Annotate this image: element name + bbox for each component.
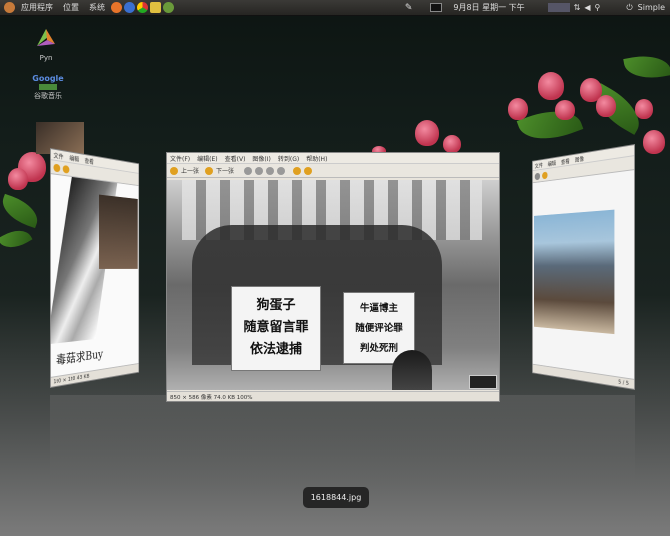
portrait bbox=[99, 194, 138, 269]
filename-tooltip: 1618844.jpg bbox=[303, 487, 369, 508]
volume-icon[interactable]: ◀ bbox=[584, 3, 590, 12]
next-button[interactable]: 下一张 bbox=[216, 166, 234, 175]
previous-button[interactable]: 上一张 bbox=[181, 166, 199, 175]
main-photo: 狗蛋子 随意留言罪 依法逮捕 牛逼博主 随便评论罪 判处死刑 bbox=[167, 180, 499, 390]
image-viewer-window-main[interactable]: 文件(F) 编辑(E) 查看(V) 图像(I) 转到(G) 帮助(H) 上一张 … bbox=[166, 152, 500, 402]
sign-left-line3: 依法逮捕 bbox=[249, 342, 302, 357]
menu-image[interactable]: 图像(I) bbox=[252, 154, 270, 163]
desktop-icon-google-music[interactable]: Google 谷歌音乐 bbox=[24, 74, 72, 101]
menu-system[interactable]: 系统 bbox=[84, 2, 110, 13]
pyn-icon bbox=[37, 29, 55, 46]
window-toolbar: 上一张 下一张 bbox=[167, 164, 499, 178]
menu-view[interactable]: 查看(V) bbox=[225, 154, 246, 163]
group-photo bbox=[534, 209, 615, 335]
previous-icon bbox=[170, 166, 178, 175]
network-icon[interactable]: ⇅ bbox=[574, 3, 581, 12]
girl-figure bbox=[392, 350, 432, 390]
rotate-right-icon[interactable] bbox=[304, 166, 313, 175]
image-viewer-window-left[interactable]: 文件 编辑 查看 毒菇求Buy 1t0 × 1t0 43 KB bbox=[50, 148, 140, 388]
desktop: Pyn Google 谷歌音乐 应用程序 位置 系统 ✎ 9月8日 星期一 下午… bbox=[0, 0, 670, 536]
tool-icon[interactable]: ✎ bbox=[405, 3, 413, 13]
window-status: 850 × 586 像素 74.0 KB 100% bbox=[167, 391, 499, 401]
next-icon[interactable] bbox=[62, 164, 70, 174]
notes-icon[interactable] bbox=[150, 2, 161, 13]
clock[interactable]: 9月8日 星期一 下午 bbox=[448, 2, 529, 13]
top-panel: 应用程序 位置 系统 ✎ 9月8日 星期一 下午 ⇅ ◀ ⚲ ⏻ Simple bbox=[0, 0, 670, 16]
thumbnail-inset bbox=[469, 375, 497, 389]
zoom-in-icon[interactable] bbox=[244, 166, 253, 175]
zoom-normal-icon[interactable] bbox=[266, 166, 275, 175]
rotate-left-icon[interactable] bbox=[293, 166, 302, 175]
help-icon[interactable] bbox=[124, 2, 135, 13]
network-graph-icon bbox=[547, 3, 570, 12]
menu-file[interactable]: 文件(F) bbox=[170, 154, 190, 163]
chrome-icon[interactable] bbox=[137, 2, 148, 13]
zoom-out-icon[interactable] bbox=[255, 166, 264, 175]
menu-help[interactable]: 帮助(H) bbox=[306, 154, 327, 163]
desktop-icon-label: 谷歌音乐 bbox=[34, 92, 62, 100]
zoom-fit-icon[interactable] bbox=[277, 166, 286, 175]
sign-right-line1: 牛逼博主 bbox=[359, 303, 398, 314]
terminal-icon[interactable] bbox=[430, 3, 443, 12]
window-menubar: 文件(F) 编辑(E) 查看(V) 图像(I) 转到(G) 帮助(H) bbox=[167, 153, 499, 164]
image-viewer-window-right[interactable]: 文件 编辑 查看 图像 5 / 5 bbox=[532, 144, 635, 390]
menu-go[interactable]: 转到(G) bbox=[278, 154, 299, 163]
desktop-icon-pyn[interactable]: Pyn bbox=[26, 26, 66, 62]
music-bar bbox=[39, 84, 57, 90]
software-icon[interactable] bbox=[163, 2, 174, 13]
bluetooth-icon[interactable]: ⚲ bbox=[594, 3, 600, 12]
sign-left-line1: 狗蛋子 bbox=[256, 298, 296, 313]
menu-applications[interactable]: 应用程序 bbox=[16, 2, 58, 13]
sign-right-line2: 随便评论罪 bbox=[355, 323, 403, 334]
rotate-icon[interactable] bbox=[542, 171, 548, 179]
zoom-icon[interactable] bbox=[534, 172, 541, 180]
desktop-icon-label: Pyn bbox=[39, 54, 53, 62]
left-image: 毒菇求Buy bbox=[50, 174, 140, 379]
user-name[interactable]: Simple bbox=[633, 3, 670, 12]
sign-left: 狗蛋子 随意留言罪 依法逮捕 bbox=[231, 286, 321, 371]
right-image-area bbox=[532, 169, 635, 381]
google-music-icon: Google bbox=[32, 74, 64, 83]
prev-icon[interactable] bbox=[53, 163, 61, 172]
menu-places[interactable]: 位置 bbox=[58, 2, 84, 13]
menu-edit[interactable]: 编辑(E) bbox=[197, 154, 217, 163]
window-reflection bbox=[50, 395, 635, 485]
next-icon bbox=[205, 166, 214, 175]
ubuntu-logo-icon[interactable] bbox=[4, 2, 15, 13]
sign-left-line2: 随意留言罪 bbox=[243, 320, 309, 335]
left-caption: 毒菇求Buy bbox=[56, 347, 104, 368]
firefox-icon[interactable] bbox=[111, 2, 122, 13]
